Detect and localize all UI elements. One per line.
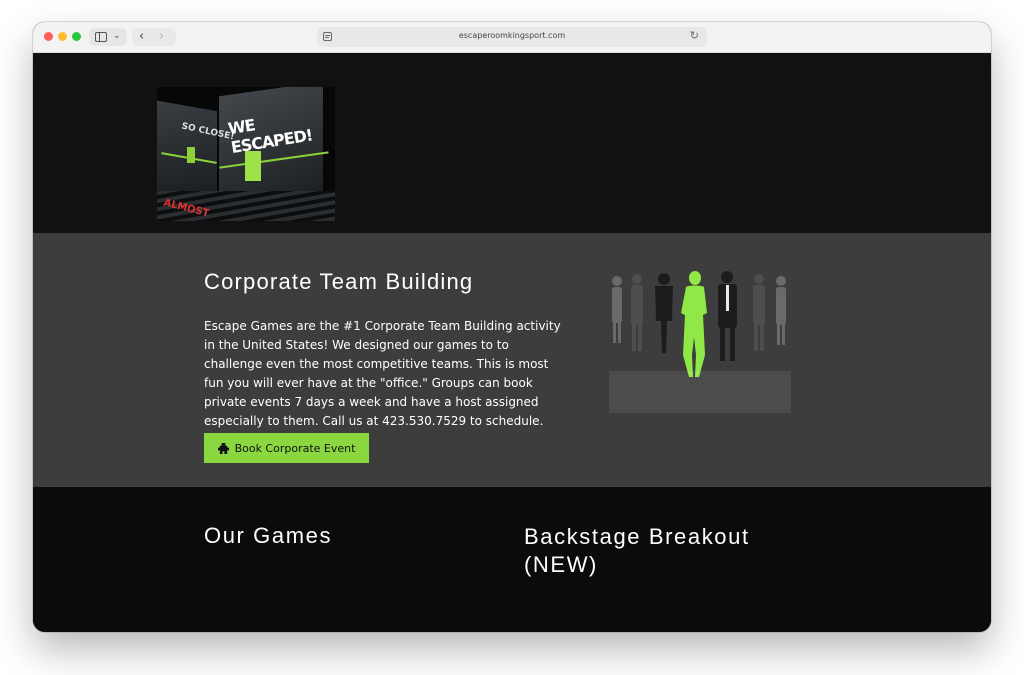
address-bar[interactable]: escaperoomkingsport.com ↻: [317, 27, 707, 47]
our-games-title: Our Games: [204, 523, 333, 548]
corporate-description: Escape Games are the #1 Corporate Team B…: [204, 319, 561, 428]
forward-button[interactable]: ›: [159, 29, 164, 44]
corporate-title: Corporate Team Building: [204, 269, 474, 294]
maximize-window-button[interactable]: [72, 32, 81, 41]
puzzle-figure-icon: [187, 147, 195, 163]
reload-icon[interactable]: ↻: [690, 29, 699, 42]
back-button[interactable]: ‹: [139, 29, 144, 44]
hero-section: SO CLOSE! WE ESCAPED! ALMOST: [33, 53, 991, 233]
backstage-breakout-title[interactable]: Backstage Breakout (NEW): [524, 523, 784, 579]
puzzle-piece-icon: [217, 442, 229, 454]
browser-window: ⌄ ‹ › escaperoomkingsport.com ↻ SO CLOSE…: [33, 22, 991, 632]
sidebar-icon: [95, 32, 107, 42]
puzzle-figure-icon: [245, 151, 261, 181]
navigation-buttons: ‹ ›: [132, 28, 176, 46]
page-content: SO CLOSE! WE ESCAPED! ALMOST Corporate T…: [33, 53, 991, 632]
book-button-label: Book Corporate Event: [234, 441, 356, 455]
corporate-section: Corporate Team Building Escape Games are…: [33, 233, 991, 487]
business-team-silhouettes-image: [609, 271, 791, 413]
minimize-window-button[interactable]: [58, 32, 67, 41]
url-text: escaperoomkingsport.com: [458, 31, 566, 40]
browser-toolbar: ⌄ ‹ › escaperoomkingsport.com ↻: [33, 22, 991, 53]
chevron-down-icon: ⌄: [113, 31, 121, 41]
close-window-button[interactable]: [44, 32, 53, 41]
book-corporate-event-button[interactable]: Book Corporate Event: [204, 433, 369, 463]
we-escaped-logo-image[interactable]: SO CLOSE! WE ESCAPED! ALMOST: [157, 87, 335, 221]
games-section: Our Games Backstage Breakout (NEW): [33, 487, 991, 632]
sidebar-toggle-button[interactable]: ⌄: [89, 28, 127, 46]
